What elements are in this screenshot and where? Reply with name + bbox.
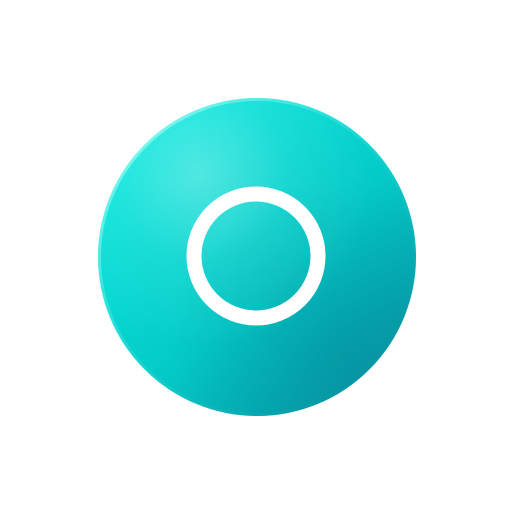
button-graphic [98,98,416,416]
icon-stage [0,0,512,512]
circle-app-button[interactable] [96,96,418,418]
